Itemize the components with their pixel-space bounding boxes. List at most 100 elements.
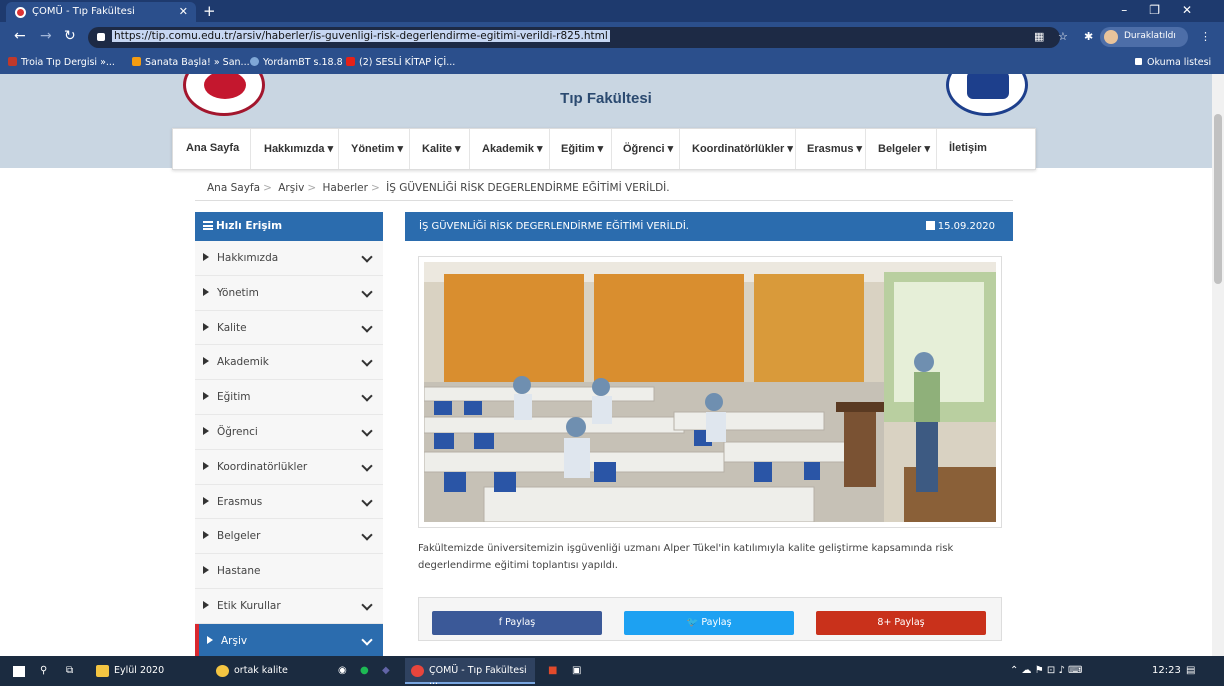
address-bar-row: ← → ↻ https://tip.comu.edu.tr/arsiv/habe… <box>0 22 1224 52</box>
facebook-share-button[interactable]: f Paylaş <box>432 611 602 635</box>
chevron-down-icon <box>361 529 373 542</box>
taskbar-app-chrome[interactable]: ÇOMÜ - Tıp Fakültesi ... <box>405 658 535 687</box>
bookmark-item[interactable]: YordamBT s.18.8 <box>250 57 343 68</box>
calendar-icon <box>925 221 935 230</box>
taskbar-app-folder[interactable]: Eylül 2020 <box>90 658 200 684</box>
sidebar-item-kalite[interactable]: Kalite <box>195 310 383 346</box>
breadcrumb-arsiv[interactable]: Arşiv <box>278 182 304 194</box>
article-title: İŞ GÜVENLİĞİ RİSK DEGERLENDİRME EĞİTİMİ … <box>419 221 689 232</box>
bookmark-item[interactable]: Troia Tıp Dergisi »... <box>8 57 115 68</box>
chevron-down-icon <box>361 425 373 437</box>
sidebar-item-belgeler[interactable]: Belgeler <box>195 519 383 555</box>
sidebar-heading: Hızlı Erişim <box>195 212 383 241</box>
sidebar-item-etik-kurullar[interactable]: Etik Kurullar <box>195 588 383 624</box>
windows-taskbar: ⚲ ⧉ Eylül 2020 ortak kalite ◉ ● ◆ ÇOMÜ -… <box>0 656 1224 687</box>
site-title: Tıp Fakültesi <box>560 90 652 107</box>
breadcrumb-home[interactable]: Ana Sayfa <box>207 182 260 194</box>
twitter-share-button[interactable]: 🐦 Paylaş <box>624 611 794 635</box>
twitter-icon: 🐦 <box>686 617 699 628</box>
nav-kalite[interactable]: Kalite ▾ <box>410 129 470 169</box>
windows-start-icon[interactable] <box>12 665 26 678</box>
spotify-icon[interactable]: ● <box>360 665 369 676</box>
reading-list[interactable]: Okuma listesi <box>1134 57 1211 68</box>
profile-label: Duraklatıldı <box>1124 31 1176 41</box>
nav-akademik[interactable]: Akademik ▾ <box>470 129 550 169</box>
list-icon <box>203 221 213 230</box>
chevron-down-icon <box>361 494 373 507</box>
sidebar-item-akademik[interactable]: Akademik <box>195 345 383 381</box>
browser-tab-strip: ÇOMÜ - Tıp Fakültesi ✕ + –❐✕ <box>0 0 1224 22</box>
lock-icon <box>97 33 105 41</box>
nav-egitim[interactable]: Eğitim ▾ <box>550 129 612 169</box>
teams-icon[interactable]: ◆ <box>382 665 390 676</box>
chevron-down-icon <box>361 460 373 472</box>
nav-belgeler[interactable]: Belgeler ▾ <box>866 129 937 169</box>
breadcrumb: Ana Sayfa > Arşiv > Haberler > İŞ GÜVENLİĞİ… <box>207 182 670 194</box>
office-icon[interactable]: ■ <box>548 665 557 676</box>
avatar <box>1104 30 1118 44</box>
sidebar-item-egitim[interactable]: Eğitim <box>195 380 383 415</box>
app-icon[interactable]: ▣ <box>572 665 581 676</box>
chevron-down-icon <box>361 286 373 298</box>
article-header: İŞ GÜVENLİĞİ RİSK DEGERLENDİRME EĞİTİMİ … <box>405 212 1013 241</box>
share-bar: f Paylaş 🐦 Paylaş 8+ Paylaş <box>418 597 1002 641</box>
breadcrumb-current: İŞ GÜVENLİĞİ RİSK DEGERLENDİRME EĞİTİMİ … <box>386 182 670 194</box>
translate-icon[interactable]: ▦ <box>1034 30 1044 43</box>
nav-hakkimizda[interactable]: Hakkımızda ▾ <box>251 129 339 169</box>
nav-yonetim[interactable]: Yönetim ▾ <box>339 129 410 169</box>
scrollbar-thumb[interactable] <box>1214 114 1222 284</box>
taskbar-app-ortak-kalite[interactable]: ortak kalite <box>210 658 320 684</box>
new-tab-icon[interactable]: + <box>203 2 216 20</box>
system-tray-icons[interactable]: ⌃ ☁ ⚑ ⊡ ♪ ⌨ <box>1010 665 1082 676</box>
breadcrumb-haberler[interactable]: Haberler <box>322 182 367 194</box>
site-favicon-icon <box>15 7 26 18</box>
chevron-down-icon <box>361 634 373 646</box>
article-body: Fakültemizde üniversitemizin işgüvenliği… <box>418 543 954 571</box>
chevron-down-icon <box>361 355 373 368</box>
reload-icon[interactable]: ↻ <box>64 28 76 44</box>
browser-tab[interactable]: ÇOMÜ - Tıp Fakültesi ✕ <box>6 2 196 22</box>
forward-icon[interactable]: → <box>40 28 52 44</box>
clock[interactable]: 12:23 <box>1152 665 1181 676</box>
bookmarks-bar: Troia Tıp Dergisi »... Sanata Başla! » S… <box>0 52 1224 74</box>
bookmark-item[interactable]: Sanata Başla! » San... <box>132 57 250 68</box>
chevron-down-icon <box>361 599 373 611</box>
back-icon[interactable]: ← <box>14 28 26 44</box>
extensions-icon[interactable]: ✱ <box>1084 30 1093 43</box>
chevron-down-icon <box>361 251 373 263</box>
sidebar-item-erasmus[interactable]: Erasmus <box>195 484 383 520</box>
close-tab-icon[interactable]: ✕ <box>179 5 188 18</box>
classroom-photo <box>424 262 996 522</box>
scrollbar[interactable] <box>1212 74 1224 656</box>
sidebar-item-ogrenci[interactable]: Öğrenci <box>195 414 383 450</box>
tab-title: ÇOMÜ - Tıp Fakültesi <box>32 6 135 17</box>
sidebar-item-arsiv[interactable]: Arşiv <box>195 623 383 656</box>
nav-erasmus[interactable]: Erasmus ▾ <box>796 129 866 169</box>
main-navigation: Ana Sayfa Hakkımızda ▾ Yönetim ▾ Kalite … <box>172 128 1036 170</box>
sidebar-item-yonetim[interactable]: Yönetim <box>195 275 383 311</box>
bookmark-item[interactable]: (2) SESLİ KİTAP İÇİ... <box>346 57 455 68</box>
search-icon[interactable]: ⚲ <box>40 665 47 676</box>
url-text: https://tip.comu.edu.tr/arsiv/haberler/i… <box>112 30 610 42</box>
nav-koordinatorlukler[interactable]: Koordinatörlükler ▾ <box>680 129 796 169</box>
quick-access-sidebar: Hızlı Erişim Hakkımızda Yönetim Kalite A… <box>195 212 383 656</box>
page-viewport: Tıp Fakültesi Ana Sayfa Hakkımızda ▾ Yön… <box>0 74 1212 656</box>
menu-icon[interactable]: ⋮ <box>1200 30 1211 43</box>
google-plus-share-button[interactable]: 8+ Paylaş <box>816 611 986 635</box>
notifications-icon[interactable]: ▤ <box>1186 665 1195 676</box>
sidebar-item-koordinatorlukler[interactable]: Koordinatörlükler <box>195 449 383 485</box>
address-bar[interactable]: https://tip.comu.edu.tr/arsiv/haberler/i… <box>88 27 1060 48</box>
sidebar-item-hastane[interactable]: Hastane <box>195 554 383 589</box>
task-view-icon[interactable]: ⧉ <box>66 665 73 676</box>
app-icon[interactable]: ◉ <box>338 665 347 676</box>
bookmark-star-icon[interactable]: ☆ <box>1058 30 1068 43</box>
nav-ana-sayfa[interactable]: Ana Sayfa <box>173 129 251 169</box>
nav-iletisim[interactable]: İletişim <box>937 129 1035 169</box>
sidebar-item-hakkimizda[interactable]: Hakkımızda <box>195 241 383 276</box>
article-photo[interactable] <box>418 256 1002 528</box>
window-controls[interactable]: –❐✕ <box>1121 3 1214 17</box>
nav-ogrenci[interactable]: Öğrenci ▾ <box>612 129 680 169</box>
article-date: 15.09.2020 <box>925 221 995 232</box>
profile-button[interactable]: Duraklatıldı <box>1100 27 1188 47</box>
chevron-down-icon <box>361 390 373 402</box>
